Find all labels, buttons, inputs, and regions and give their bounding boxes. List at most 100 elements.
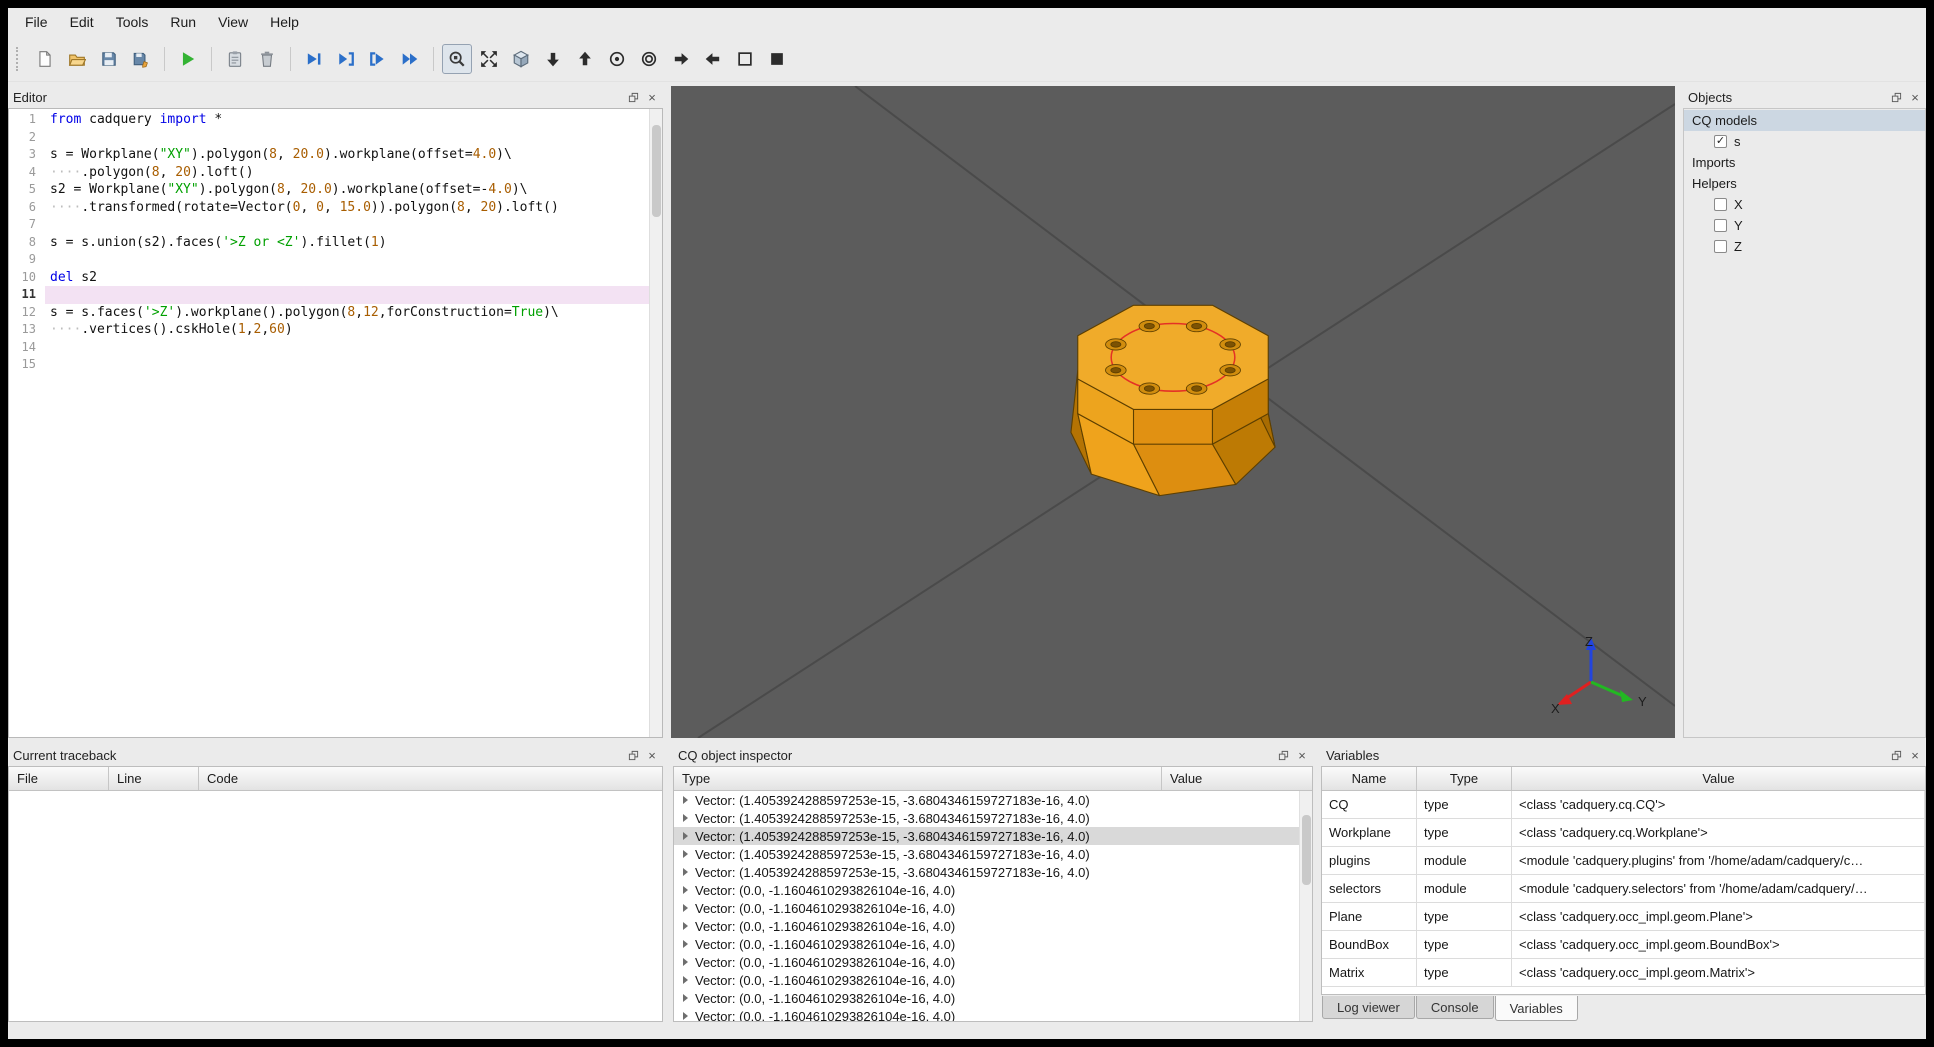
variable-row-Workplane[interactable]: Workplane type <class 'cadquery.cq.Workpla…	[1322, 819, 1925, 847]
variable-row-Matrix[interactable]: Matrix type <class 'cadquery.occ_impl.geom…	[1322, 959, 1925, 987]
variable-row-Plane[interactable]: Plane type <class 'cadquery.occ_impl.geom.…	[1322, 903, 1925, 931]
code-line-2[interactable]: 2	[9, 129, 649, 147]
expand-arrow-icon[interactable]	[683, 814, 688, 822]
column-header-type[interactable]: Type	[674, 767, 1162, 790]
debug-step-in-button[interactable]	[331, 44, 361, 74]
code-line-3[interactable]: 3 s = Workplane("XY").polygon(8, 20.0).wo…	[9, 146, 649, 164]
close-panel-button[interactable]: ×	[1907, 89, 1923, 105]
fit-all-button[interactable]	[474, 44, 504, 74]
code-line-1[interactable]: 1 from cadquery import *	[9, 111, 649, 129]
column-header-file[interactable]: File	[9, 767, 109, 790]
tree-item-x[interactable]: X	[1684, 194, 1925, 215]
float-panel-button[interactable]	[625, 747, 641, 763]
delete-button[interactable]	[252, 44, 282, 74]
save-as-button[interactable]	[126, 44, 156, 74]
editor-scrollbar[interactable]	[649, 109, 662, 737]
scrollbar-thumb[interactable]	[1302, 815, 1311, 885]
column-header-code[interactable]: Code	[199, 767, 662, 790]
variable-row-CQ[interactable]: CQ type <class 'cadquery.cq.CQ'>	[1322, 791, 1925, 819]
code-line-14[interactable]: 14	[9, 339, 649, 357]
close-panel-button[interactable]: ×	[644, 747, 660, 763]
column-header-value[interactable]: Value	[1512, 767, 1925, 790]
menu-run[interactable]: Run	[159, 10, 207, 34]
variable-row-plugins[interactable]: plugins module <module 'cadquery.plugins' …	[1322, 847, 1925, 875]
inspector-row[interactable]: Vector: (1.4053924288597253e-15, -3.6804…	[674, 863, 1312, 881]
variable-row-selectors[interactable]: selectors module <module 'cadquery.selecto…	[1322, 875, 1925, 903]
code-line-7[interactable]: 7	[9, 216, 649, 234]
inspector-row[interactable]: Vector: (0.0, -1.1604610293826104e-16, 4…	[674, 899, 1312, 917]
expand-arrow-icon[interactable]	[683, 868, 688, 876]
debug-step-button[interactable]	[299, 44, 329, 74]
code-line-8[interactable]: 8 s = s.union(s2).faces('>Z or <Z').fille…	[9, 234, 649, 252]
cad-model[interactable]	[1032, 276, 1314, 509]
code-editor[interactable]: 1 from cadquery import * 2 3 s = Workplane("…	[9, 109, 649, 737]
code-line-4[interactable]: 4 ····.polygon(8, 20).loft()	[9, 164, 649, 182]
debug-step-out-button[interactable]	[363, 44, 393, 74]
close-panel-button[interactable]: ×	[644, 89, 660, 105]
checkbox-s[interactable]: ✓	[1714, 135, 1727, 148]
close-panel-button[interactable]: ×	[1294, 747, 1310, 763]
right-view-button[interactable]	[698, 44, 728, 74]
front-view-button[interactable]	[602, 44, 632, 74]
expand-arrow-icon[interactable]	[683, 796, 688, 804]
top-view-button[interactable]	[538, 44, 568, 74]
checkbox-z[interactable]	[1714, 240, 1727, 253]
expand-arrow-icon[interactable]	[683, 958, 688, 966]
code-line-13[interactable]: 13 ····.vertices().cskHole(1,2,60)	[9, 321, 649, 339]
tree-item-z[interactable]: Z	[1684, 236, 1925, 257]
checkbox-y[interactable]	[1714, 219, 1727, 232]
debug-clipboard-button[interactable]	[220, 44, 250, 74]
float-panel-button[interactable]	[1275, 747, 1291, 763]
viewport-3d[interactable]: Z X Y	[671, 86, 1675, 738]
inspector-row[interactable]: Vector: (0.0, -1.1604610293826104e-16, 4…	[674, 953, 1312, 971]
save-button[interactable]	[94, 44, 124, 74]
inspector-row[interactable]: Vector: (1.4053924288597253e-15, -3.6804…	[674, 827, 1312, 845]
expand-arrow-icon[interactable]	[683, 1012, 688, 1020]
tree-item-y[interactable]: Y	[1684, 215, 1925, 236]
variable-row-BoundBox[interactable]: BoundBox type <class 'cadquery.occ_impl.ge…	[1322, 931, 1925, 959]
tree-item-helpers[interactable]: Helpers	[1684, 173, 1925, 194]
column-header-line[interactable]: Line	[109, 767, 199, 790]
expand-arrow-icon[interactable]	[683, 994, 688, 1002]
close-panel-button[interactable]: ×	[1907, 747, 1923, 763]
menu-view[interactable]: View	[207, 10, 259, 34]
wireframe-view-button[interactable]	[730, 44, 760, 74]
expand-arrow-icon[interactable]	[683, 940, 688, 948]
code-line-6[interactable]: 6 ····.transformed(rotate=Vector(0, 0, 15…	[9, 199, 649, 217]
tree-item-cq-models[interactable]: CQ models	[1684, 110, 1925, 131]
inspector-row[interactable]: Vector: (0.0, -1.1604610293826104e-16, 4…	[674, 971, 1312, 989]
code-line-10[interactable]: 10 del s2	[9, 269, 649, 287]
debug-continue-button[interactable]	[395, 44, 425, 74]
code-line-11[interactable]: 11	[9, 286, 649, 304]
toolbar-grip[interactable]	[16, 46, 21, 71]
bottom-view-button[interactable]	[570, 44, 600, 74]
fit-view-button[interactable]	[442, 43, 472, 74]
checkbox-x[interactable]	[1714, 198, 1727, 211]
code-line-15[interactable]: 15	[9, 356, 649, 374]
new-file-button[interactable]	[30, 44, 60, 74]
inspector-row[interactable]: Vector: (1.4053924288597253e-15, -3.6804…	[674, 791, 1312, 809]
left-view-button[interactable]	[666, 44, 696, 74]
float-panel-button[interactable]	[1888, 747, 1904, 763]
menu-tools[interactable]: Tools	[105, 10, 160, 34]
menu-file[interactable]: File	[14, 10, 59, 34]
code-line-12[interactable]: 12 s = s.faces('>Z').workplane().polygon(…	[9, 304, 649, 322]
render-button[interactable]	[173, 44, 203, 74]
tree-item-imports[interactable]: Imports	[1684, 152, 1925, 173]
expand-arrow-icon[interactable]	[683, 850, 688, 858]
code-line-5[interactable]: 5 s2 = Workplane("XY").polygon(8, 20.0).w…	[9, 181, 649, 199]
inspector-row[interactable]: Vector: (1.4053924288597253e-15, -3.6804…	[674, 845, 1312, 863]
inspector-row[interactable]: Vector: (0.0, -1.1604610293826104e-16, 4…	[674, 881, 1312, 899]
menu-edit[interactable]: Edit	[59, 10, 105, 34]
inspector-row[interactable]: Vector: (0.0, -1.1604610293826104e-16, 4…	[674, 1007, 1312, 1021]
float-panel-button[interactable]	[625, 89, 641, 105]
code-line-9[interactable]: 9	[9, 251, 649, 269]
tab-variables[interactable]: Variables	[1494, 996, 1578, 1021]
float-panel-button[interactable]	[1888, 89, 1904, 105]
back-view-button[interactable]	[634, 44, 664, 74]
shaded-view-button[interactable]	[762, 44, 792, 74]
expand-arrow-icon[interactable]	[683, 886, 688, 894]
inspector-scrollbar[interactable]	[1299, 791, 1312, 1021]
expand-arrow-icon[interactable]	[683, 922, 688, 930]
expand-arrow-icon[interactable]	[683, 976, 688, 984]
